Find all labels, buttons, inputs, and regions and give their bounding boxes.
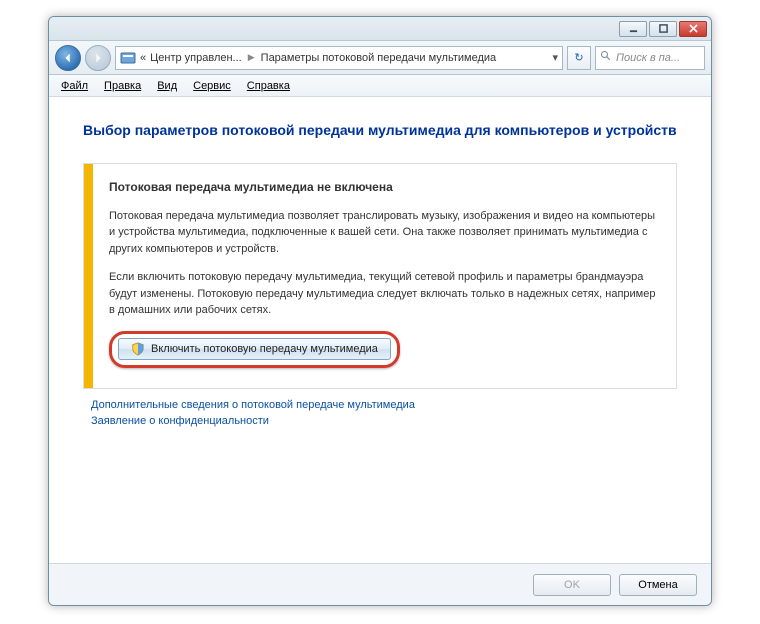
close-button[interactable] [679,21,707,37]
warning-panel: Потоковая передача мультимедиа не включе… [83,163,677,390]
address-marker: « [140,52,146,64]
menu-file[interactable]: Файл [55,78,94,94]
links-block: Дополнительные сведения о потоковой пере… [83,399,677,427]
menubar: Файл Правка Вид Сервис Справка [49,75,711,97]
search-placeholder: Поиск в па... [616,52,680,64]
enable-streaming-label: Включить потоковую передачу мультимедиа [151,343,378,355]
menu-edit[interactable]: Правка [98,78,147,94]
content-area: Выбор параметров потоковой передачи муль… [49,97,711,563]
minimize-icon [629,24,638,33]
panel-body: Потоковая передача мультимедиа не включе… [93,164,676,389]
page-title: Выбор параметров потоковой передачи муль… [83,121,677,141]
address-dropdown[interactable]: ▾ [552,51,558,64]
panel-title: Потоковая передача мультимедиа не включе… [109,178,656,196]
footer: OK Отмена [49,563,711,605]
refresh-icon: ↻ [574,51,583,64]
back-button[interactable] [55,45,81,71]
titlebar [49,17,711,41]
refresh-button[interactable]: ↻ [567,46,591,70]
control-panel-icon [120,50,136,66]
window: « Центр управлен... ▶ Параметры потоково… [48,16,712,606]
forward-button[interactable] [85,45,111,71]
chevron-right-icon: ▶ [248,52,255,63]
minimize-button[interactable] [619,21,647,37]
maximize-button[interactable] [649,21,677,37]
close-icon [689,24,698,33]
arrow-right-icon [91,51,105,65]
panel-paragraph: Если включить потоковую передачу мультим… [109,269,656,319]
more-info-link[interactable]: Дополнительные сведения о потоковой пере… [91,399,677,411]
shield-icon [131,342,145,356]
address-bar[interactable]: « Центр управлен... ▶ Параметры потоково… [115,46,563,70]
navbar: « Центр управлен... ▶ Параметры потоково… [49,41,711,75]
breadcrumb-item[interactable]: Параметры потоковой передачи мультимедиа [261,52,496,64]
menu-help[interactable]: Справка [241,78,296,94]
enable-streaming-button[interactable]: Включить потоковую передачу мультимедиа [118,338,391,360]
search-input[interactable]: Поиск в па... [595,46,705,70]
ok-button[interactable]: OK [533,574,611,596]
arrow-left-icon [61,51,75,65]
privacy-link[interactable]: Заявление о конфиденциальности [91,415,677,427]
cancel-button[interactable]: Отмена [619,574,697,596]
breadcrumb-item[interactable]: Центр управлен... [150,52,242,64]
menu-tools[interactable]: Сервис [187,78,237,94]
warning-stripe [84,164,93,389]
maximize-icon [659,24,668,33]
menu-view[interactable]: Вид [151,78,183,94]
panel-paragraph: Потоковая передача мультимедиа позволяет… [109,208,656,258]
search-icon [600,50,612,65]
highlight-ring: Включить потоковую передачу мультимедиа [109,331,400,369]
